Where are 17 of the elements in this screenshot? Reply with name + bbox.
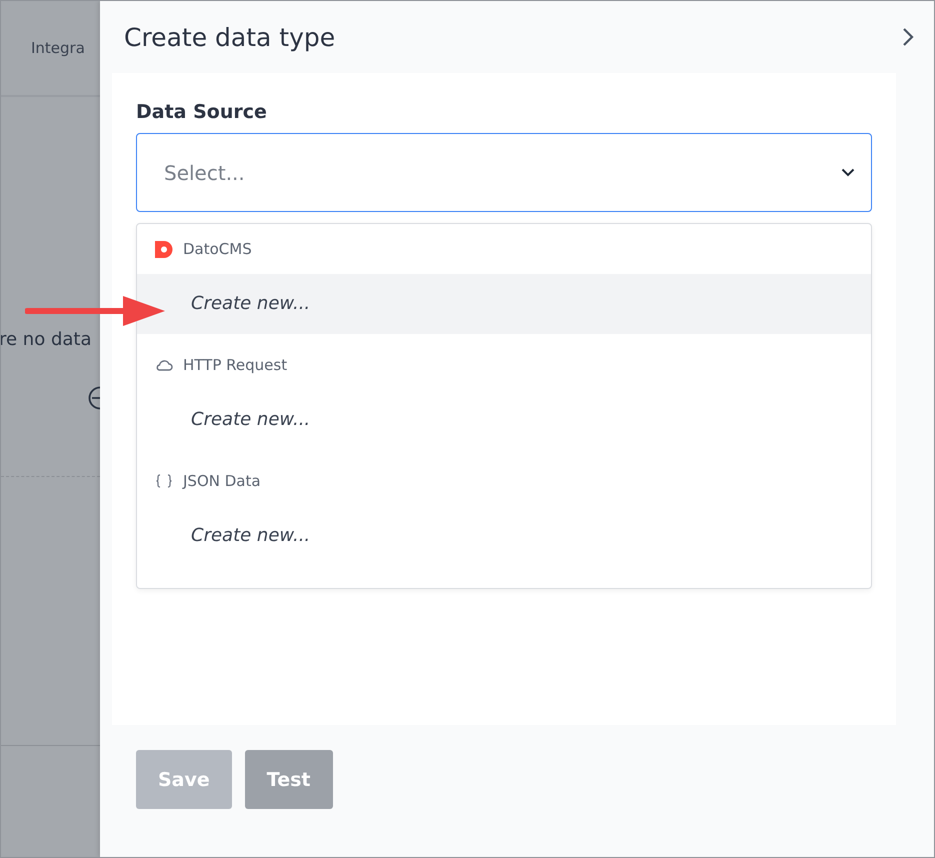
test-button[interactable]: Test: [244, 750, 332, 809]
cloud-icon: [155, 359, 173, 371]
empty-message: re no data: [1, 329, 92, 350]
chevron-down-icon: [841, 168, 855, 177]
tab-label[interactable]: Integra: [31, 39, 85, 57]
braces-icon: [155, 474, 173, 488]
data-source-select[interactable]: Select...: [136, 133, 872, 212]
chevron-right-icon[interactable]: [902, 27, 914, 47]
group-heading: JSON Data: [183, 472, 261, 490]
menu-option[interactable]: Create new...: [137, 506, 871, 566]
logo-icon: [155, 240, 173, 258]
field-label: Data Source: [136, 101, 268, 123]
group-heading: HTTP Request: [183, 356, 288, 374]
drawer-title: Create data type: [124, 22, 336, 52]
menu-option[interactable]: Create new...: [137, 274, 871, 334]
menu-option[interactable]: Create new...: [137, 390, 871, 450]
group-heading: DatoCMS: [183, 240, 252, 258]
